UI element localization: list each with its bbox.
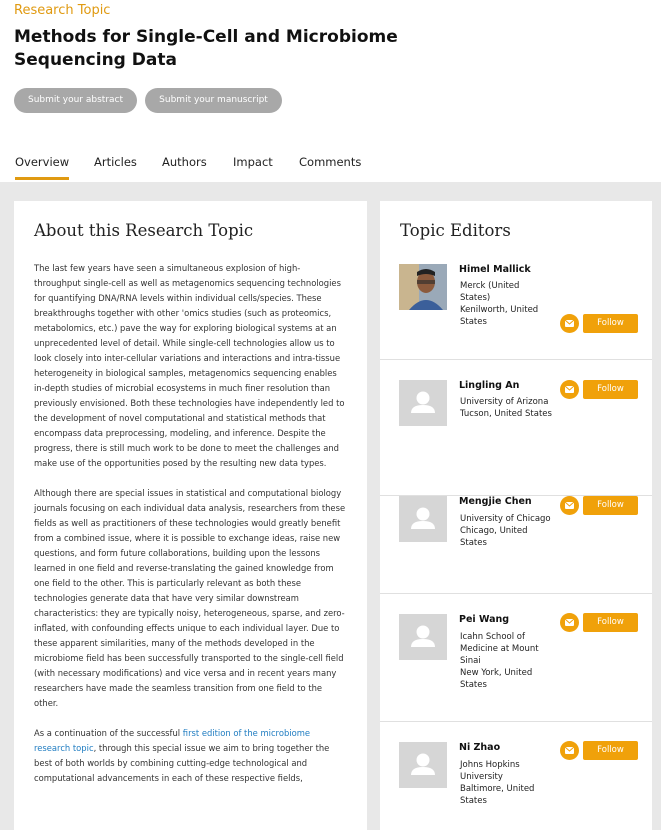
- mail-icon[interactable]: [560, 314, 579, 333]
- submit-abstract-button[interactable]: Submit your abstract: [14, 88, 137, 113]
- page-title: Methods for Single-Cell and Microbiome S…: [14, 26, 434, 72]
- user-placeholder-icon: [411, 507, 435, 529]
- mail-icon[interactable]: [560, 613, 579, 632]
- editor-photo: [399, 742, 447, 788]
- editor-affiliation: Icahn School of Medicine at Mount Sinai …: [460, 631, 552, 691]
- editor-card: Lingling An University of Arizona Tucson…: [380, 360, 652, 496]
- about-panel: About this Research Topic The last few y…: [14, 201, 367, 830]
- editor-name[interactable]: Lingling An: [459, 380, 519, 391]
- editor-name[interactable]: Ni Zhao: [459, 742, 500, 753]
- editor-location: New York, United States: [460, 668, 533, 690]
- editor-location: Tucson, United States: [460, 409, 552, 419]
- editor-card: Mengjie Chen University of Chicago Chica…: [380, 496, 652, 594]
- editor-photo: [399, 264, 447, 310]
- about-paragraph-3-start: As a continuation of the successful: [34, 728, 183, 738]
- editor-institution: University of Arizona: [460, 397, 549, 407]
- editor-institution: University of Chicago: [460, 514, 551, 524]
- editor-name[interactable]: Mengjie Chen: [459, 496, 532, 507]
- page-title-line-1: Methods for Single-Cell and Microbiome: [14, 27, 398, 47]
- editor-photo: [399, 614, 447, 660]
- editor-institution: Merck (United States): [460, 281, 520, 303]
- editor-affiliation: University of Chicago Chicago, United St…: [460, 513, 552, 549]
- section-eyebrow: Research Topic: [14, 3, 111, 18]
- editor-location: Chicago, United States: [460, 526, 528, 548]
- editor-card: Pei Wang Icahn School of Medicine at Mou…: [380, 594, 652, 722]
- editor-location: Baltimore, United States: [460, 784, 535, 806]
- about-heading: About this Research Topic: [34, 221, 254, 240]
- portrait-photo: [399, 264, 447, 310]
- about-paragraph-2: Although there are special issues in sta…: [34, 488, 346, 708]
- tab-comments[interactable]: Comments: [299, 155, 361, 169]
- about-body: The last few years have seen a simultane…: [34, 261, 346, 801]
- follow-button[interactable]: Follow: [583, 741, 638, 760]
- tab-overview[interactable]: Overview: [15, 155, 70, 180]
- follow-button[interactable]: Follow: [583, 613, 638, 632]
- editor-institution: Johns Hopkins University: [460, 760, 520, 782]
- user-placeholder-icon: [411, 625, 435, 647]
- mail-icon[interactable]: [560, 741, 579, 760]
- follow-button[interactable]: Follow: [583, 496, 638, 515]
- tab-articles[interactable]: Articles: [94, 155, 137, 169]
- editor-affiliation: University of Arizona Tucson, United Sta…: [460, 396, 552, 420]
- editor-affiliation: Johns Hopkins University Baltimore, Unit…: [460, 759, 552, 807]
- topic-editors-panel: Topic Editors Himel Mallick Merck (Unite…: [380, 201, 652, 830]
- mail-icon[interactable]: [560, 380, 579, 399]
- topic-tabs: Overview Articles Authors Impact Comment…: [0, 150, 661, 182]
- user-placeholder-icon: [411, 753, 435, 775]
- editor-photo: [399, 380, 447, 426]
- editor-name[interactable]: Himel Mallick: [459, 264, 531, 275]
- editor-card: Ni Zhao Johns Hopkins University Baltimo…: [380, 722, 652, 830]
- topic-editors-heading: Topic Editors: [400, 221, 511, 240]
- editor-location: Kenilworth, United States: [460, 305, 539, 327]
- follow-button[interactable]: Follow: [583, 380, 638, 399]
- submit-manuscript-button[interactable]: Submit your manuscript: [145, 88, 282, 113]
- about-paragraph-3: As a continuation of the successful firs…: [34, 726, 346, 786]
- about-paragraph-1: The last few years have seen a simultane…: [34, 263, 345, 468]
- editor-institution: Icahn School of Medicine at Mount Sinai: [460, 632, 539, 666]
- editor-photo: [399, 496, 447, 542]
- editor-affiliation: Merck (United States) Kenilworth, United…: [460, 280, 552, 328]
- editor-card: Himel Mallick Merck (United States) Keni…: [380, 253, 652, 360]
- page-title-line-2: Sequencing Data: [14, 50, 177, 70]
- tab-impact[interactable]: Impact: [233, 155, 273, 169]
- editor-name[interactable]: Pei Wang: [459, 614, 509, 625]
- mail-icon[interactable]: [560, 496, 579, 515]
- page-header: Research Topic Methods for Single-Cell a…: [0, 0, 661, 182]
- tab-authors[interactable]: Authors: [162, 155, 207, 169]
- follow-button[interactable]: Follow: [583, 314, 638, 333]
- user-placeholder-icon: [411, 391, 435, 413]
